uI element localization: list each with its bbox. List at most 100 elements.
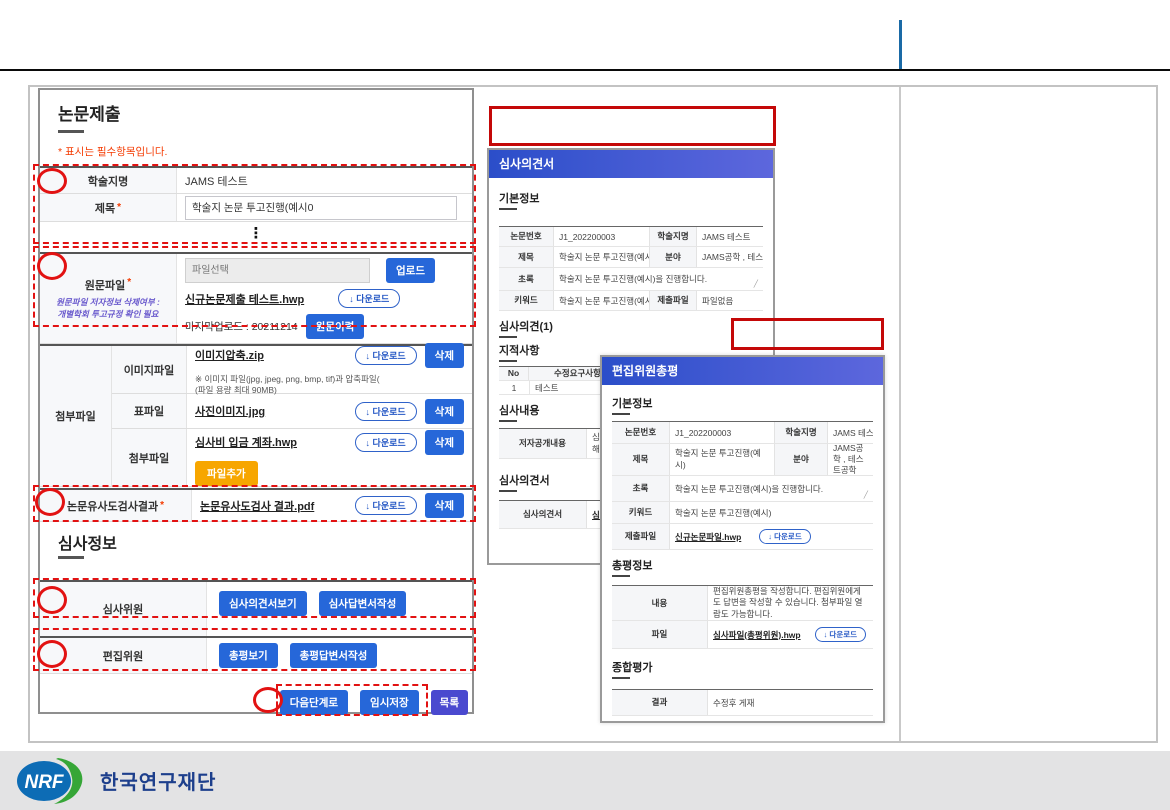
review-info-underline [58,556,84,559]
top-divider-line [899,20,902,70]
submit-file-value: 파일없음 [697,291,763,310]
section-underline [499,360,517,362]
keyword-value: 학술지 논문 투고진행(예시) [670,502,873,523]
journal-value: JAMS 테스트 [828,422,873,443]
delete-button[interactable]: 삭제 [425,493,464,518]
abstract-value: 학술지 논문 투고진행(예시)을 진행합니다. [559,273,707,285]
view-summary-button[interactable]: 총평보기 [219,643,278,668]
section-underline [499,208,517,210]
table-file-label: 표파일 [112,394,187,428]
footer-org-name: 한국연구재단 [100,766,216,795]
opinion-report-label: 심사의견서 [499,501,587,528]
field-value: JAMS공학 , 테스트공학 [828,444,873,475]
journal-label: 학술지명 [40,168,177,193]
original-file-label: 원문파일* 원문파일 저자정보 삭제여부 : 개별학회 투고규정 확인 필요 [40,254,177,343]
image-file-link[interactable]: 이미지압축.zip [195,347,264,363]
issues-col-no: No [499,367,529,380]
summary-info-title: 총평정보 [612,557,652,573]
field-label: 분야 [774,444,828,475]
journal-row: 학술지명 JAMS 테스트 [40,168,472,194]
review-opinion-header: 심사의견서 [489,150,773,178]
original-file-caption: 원문파일 저자정보 삭제여부 : 개별학회 투고규정 확인 필요 [56,297,160,320]
list-button[interactable]: 목록 [431,690,468,715]
abstract-value: 학술지 논문 투고진행(예시)을 진행합니다. [675,483,823,495]
nrf-logo-icon: NRF [16,757,88,805]
title-label: 제목* [40,194,177,221]
result-label: 결과 [612,690,708,715]
required-asterisk: * [127,277,131,288]
section-underline [612,413,630,415]
delete-button[interactable]: 삭제 [425,343,464,368]
write-review-reply-button[interactable]: 심사답변서작성 [319,591,407,616]
file-select-input[interactable] [185,258,370,283]
similarity-row: 논문유사도검사결과* 논문유사도검사 결과.pdf ↓ 다운로드 삭제 [40,490,472,522]
collapsed-rows-ellipsis: ⋮ [40,222,472,244]
section-underline [612,575,630,577]
view-review-opinion-button[interactable]: 심사의견서보기 [219,591,307,616]
original-history-button[interactable]: 원문이력 [306,314,365,339]
delete-button[interactable]: 삭제 [425,430,464,455]
frame-column-divider [899,87,901,741]
paper-no-label: 논문번호 [499,227,554,246]
download-button[interactable]: ↓ 다운로드 [355,346,417,365]
download-button[interactable]: ↓ 다운로드 [355,402,417,421]
similarity-file-link[interactable]: 논문유사도검사 결과.pdf [200,498,314,514]
section-underline [612,677,630,679]
keyword-label: 키워드 [612,502,670,523]
download-button[interactable]: ↓ 다운로드 [338,289,400,308]
download-button[interactable]: ↓ 다운로드 [355,433,417,452]
paper-no-value: J1_202200003 [554,227,649,246]
upload-button[interactable]: 업로드 [386,258,435,283]
etc-file-row: 첨부파일 심사비 입금 계좌.hwp ↓ 다운로드 삭제 파일추가 [112,429,472,487]
download-button[interactable]: ↓ 다운로드 [815,627,866,642]
submit-file-link[interactable]: 신규논문파일.hwp [675,531,741,543]
paper-title-label: 제목 [499,247,554,267]
section-underline [499,420,517,422]
opinion-count-title: 심사의견(1) [499,318,553,334]
keyword-label: 키워드 [499,291,554,310]
temp-save-button[interactable]: 임시저장 [360,690,419,715]
similarity-table: 논문유사도검사결과* 논문유사도검사 결과.pdf ↓ 다운로드 삭제 [40,488,472,522]
review-committee-table: 심사위원 심사의견서보기 심사답변서작성 편집위원 총평보기 총평답변서작성 [40,580,472,674]
editor-label: 편집위원 [40,638,207,673]
content-label: 내용 [612,586,708,620]
attachments-table: 첨부파일 이미지파일 이미지압축.zip ↓ 다운로드 삭제 [40,344,472,487]
basic-info-table: 논문번호 J1_202200003 학술지명 JAMS 테스트 제목 학술지 논… [612,421,873,550]
reviewer-row: 심사위원 심사의견서보기 심사답변서작성 [40,582,472,638]
title-underline [58,130,84,133]
required-asterisk: * [160,500,164,511]
next-step-button[interactable]: 다음단계로 [280,690,348,715]
footer-bar: NRF 한국연구재단 [0,751,1170,810]
resize-handle-icon[interactable]: ╱ [754,280,758,288]
opinion-report-title: 심사의견서 [499,472,550,488]
summary-file-link[interactable]: 심사파일(총평위원).hwp [713,629,801,641]
resize-handle-icon[interactable]: ╱ [864,491,868,499]
paper-title-input[interactable] [185,196,457,220]
journal-value: JAMS 테스트 [697,227,763,246]
original-file-link[interactable]: 신규논문제출 테스트.hwp [185,291,304,307]
download-button[interactable]: ↓ 다운로드 [355,496,417,515]
last-upload-date: 마지막업로드 : 20211214 [185,319,298,334]
journal-label: 학술지명 [649,227,697,246]
basic-fields-table: 학술지명 JAMS 테스트 제목* ⋮ [40,166,472,244]
attachments-group-label: 첨부파일 [40,346,112,487]
issue-no: 1 [499,381,529,394]
submission-form-panel: 논문제출 * 표시는 필수항목입니다. 학술지명 JAMS 테스트 제목* ⋮ [38,88,474,714]
paper-title-value: 학술지 논문 투고진행(예시) [670,444,774,475]
write-summary-reply-button[interactable]: 총평답변서작성 [290,643,378,668]
image-file-note: ※ 이미지 파일(jpg, jpeg, png, bmp, tif)과 압축파일… [195,374,464,396]
evaluation-table: 결과 수정후 게재 [612,689,873,716]
editor-row: 편집위원 총평보기 총평답변서작성 [40,638,472,674]
submit-file-label: 제출파일 [649,291,697,310]
table-file-row: 표파일 사진이미지.jpg ↓ 다운로드 삭제 [112,394,472,429]
table-file-link[interactable]: 사진이미지.jpg [195,403,265,419]
basic-info-title: 기본정보 [612,395,652,411]
etc-file-link[interactable]: 심사비 입금 계좌.hwp [195,434,297,450]
similarity-label: 논문유사도검사결과* [40,490,192,521]
download-button[interactable]: ↓ 다운로드 [759,529,810,544]
add-file-button[interactable]: 파일추가 [195,461,258,486]
abstract-label: 초록 [612,476,670,501]
author-open-label: 저자공개내용 [499,429,587,458]
delete-button[interactable]: 삭제 [425,399,464,424]
header-rule [0,69,1170,71]
